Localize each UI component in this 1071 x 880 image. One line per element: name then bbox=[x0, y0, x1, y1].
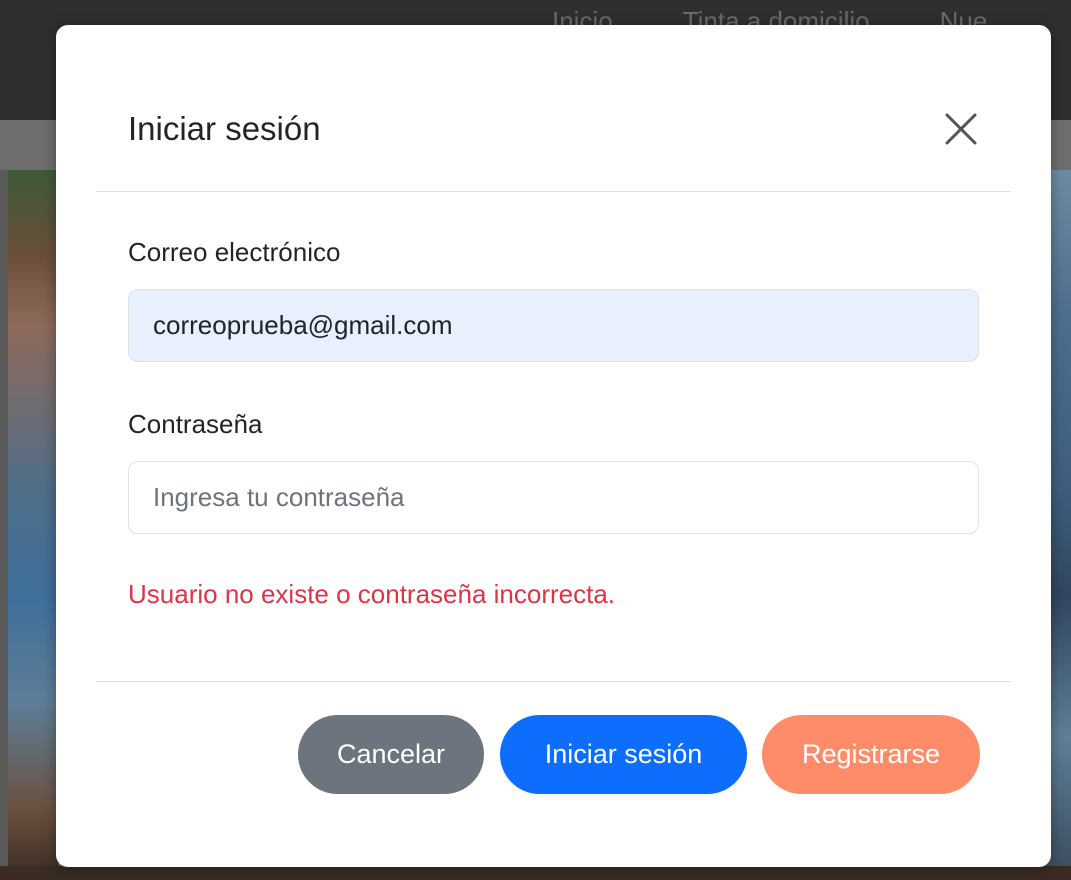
background-bottom-image bbox=[0, 866, 1071, 880]
email-field[interactable] bbox=[128, 289, 979, 362]
background-left-image bbox=[8, 170, 58, 880]
login-button[interactable]: Iniciar sesión bbox=[500, 715, 747, 794]
password-field[interactable] bbox=[128, 461, 979, 534]
close-button[interactable] bbox=[941, 109, 981, 149]
close-icon bbox=[945, 113, 977, 145]
error-message: Usuario no existe o contraseña incorrect… bbox=[128, 579, 616, 609]
register-button[interactable]: Registrarse bbox=[762, 715, 980, 794]
login-modal: Iniciar sesión Correo electrónico Contra… bbox=[56, 25, 1051, 867]
modal-title: Iniciar sesión bbox=[128, 110, 321, 147]
modal-footer bbox=[96, 681, 1011, 682]
modal-header: Iniciar sesión bbox=[96, 25, 1011, 192]
cancel-button[interactable]: Cancelar bbox=[298, 715, 484, 794]
email-label: Correo electrónico bbox=[128, 237, 341, 267]
password-label: Contraseña bbox=[128, 409, 263, 439]
